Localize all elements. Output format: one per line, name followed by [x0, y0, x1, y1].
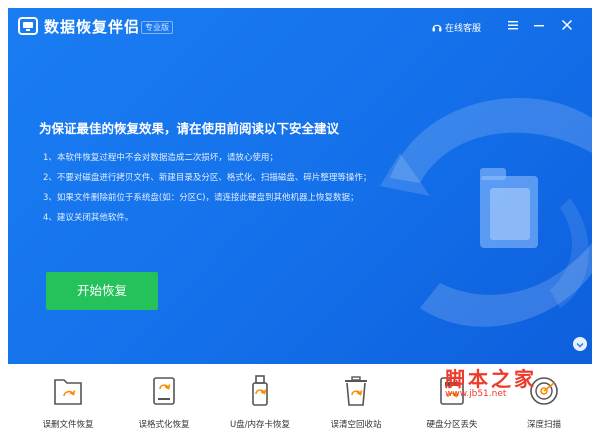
hero-panel: 数据恢复伴侣 专业版 在线客服 为保证最佳的恢复效果，请在使用前阅读以下安全建议… [8, 8, 592, 364]
scroll-down-button[interactable] [573, 337, 587, 351]
mode-deleted-files[interactable]: 误删文件恢复 [20, 374, 116, 432]
mode-label: 误删文件恢复 [42, 420, 94, 430]
close-icon [561, 19, 573, 31]
watermark-text: 脚本之家 [445, 367, 537, 391]
online-support-label: 在线客服 [445, 23, 482, 34]
safety-tip: 1、本软件恢复过程中不会对数据造成二次损坏，请放心使用； [43, 153, 278, 163]
drive-restore-icon [153, 377, 175, 405]
mode-label: 误格式化恢复 [138, 420, 190, 430]
mode-label: 深度扫描 [526, 420, 561, 430]
safety-tip: 3、如果文件删除前位于系统盘(如：分区C)，请连接此硬盘到其他机器上恢复数据； [43, 193, 359, 203]
minimize-icon [534, 25, 544, 27]
safety-headline: 为保证最佳的恢复效果，请在使用前阅读以下安全建议 [39, 121, 340, 136]
menu-button[interactable] [503, 15, 523, 35]
safety-tip: 2、不要对磁盘进行拷贝文件、新建目录及分区、格式化、扫描磁盘、碎片整理等操作； [43, 173, 372, 183]
edition-badge: 专业版 [141, 21, 173, 34]
recycle-bin-icon [345, 376, 367, 406]
mode-usb-card[interactable]: U盘/内存卡恢复 [212, 374, 308, 432]
mode-recycle-bin[interactable]: 误清空回收站 [308, 374, 404, 432]
safety-tips-list: 1、本软件恢复过程中不会对数据造成二次损坏，请放心使用； 2、不要对磁盘进行拷贝… [43, 148, 423, 228]
title-bar: 数据恢复伴侣 专业版 在线客服 [8, 8, 592, 44]
start-recovery-button[interactable]: 开始恢复 [46, 272, 158, 310]
mode-label: 硬盘分区丢失 [426, 420, 478, 430]
safety-tip: 4、建议关闭其他软件。 [43, 213, 134, 223]
usb-drive-icon [252, 375, 268, 406]
close-button[interactable] [557, 15, 577, 35]
menu-icon [508, 21, 518, 30]
mode-label: 误清空回收站 [330, 420, 382, 430]
site-watermark: 脚本之家 www.jb51.net [445, 363, 595, 405]
folder-restore-icon [54, 379, 82, 405]
online-support-button[interactable]: 在线客服 [432, 20, 481, 34]
mode-formatted[interactable]: 误格式化恢复 [116, 374, 212, 432]
chevron-down-icon [576, 343, 584, 348]
watermark-url: www.jb51.net [445, 389, 507, 399]
mode-label: U盘/内存卡恢复 [229, 420, 291, 430]
headset-icon [432, 24, 442, 31]
app-title: 数据恢复伴侣 [44, 18, 141, 36]
minimize-button[interactable] [529, 15, 549, 35]
app-logo-icon [18, 17, 38, 35]
